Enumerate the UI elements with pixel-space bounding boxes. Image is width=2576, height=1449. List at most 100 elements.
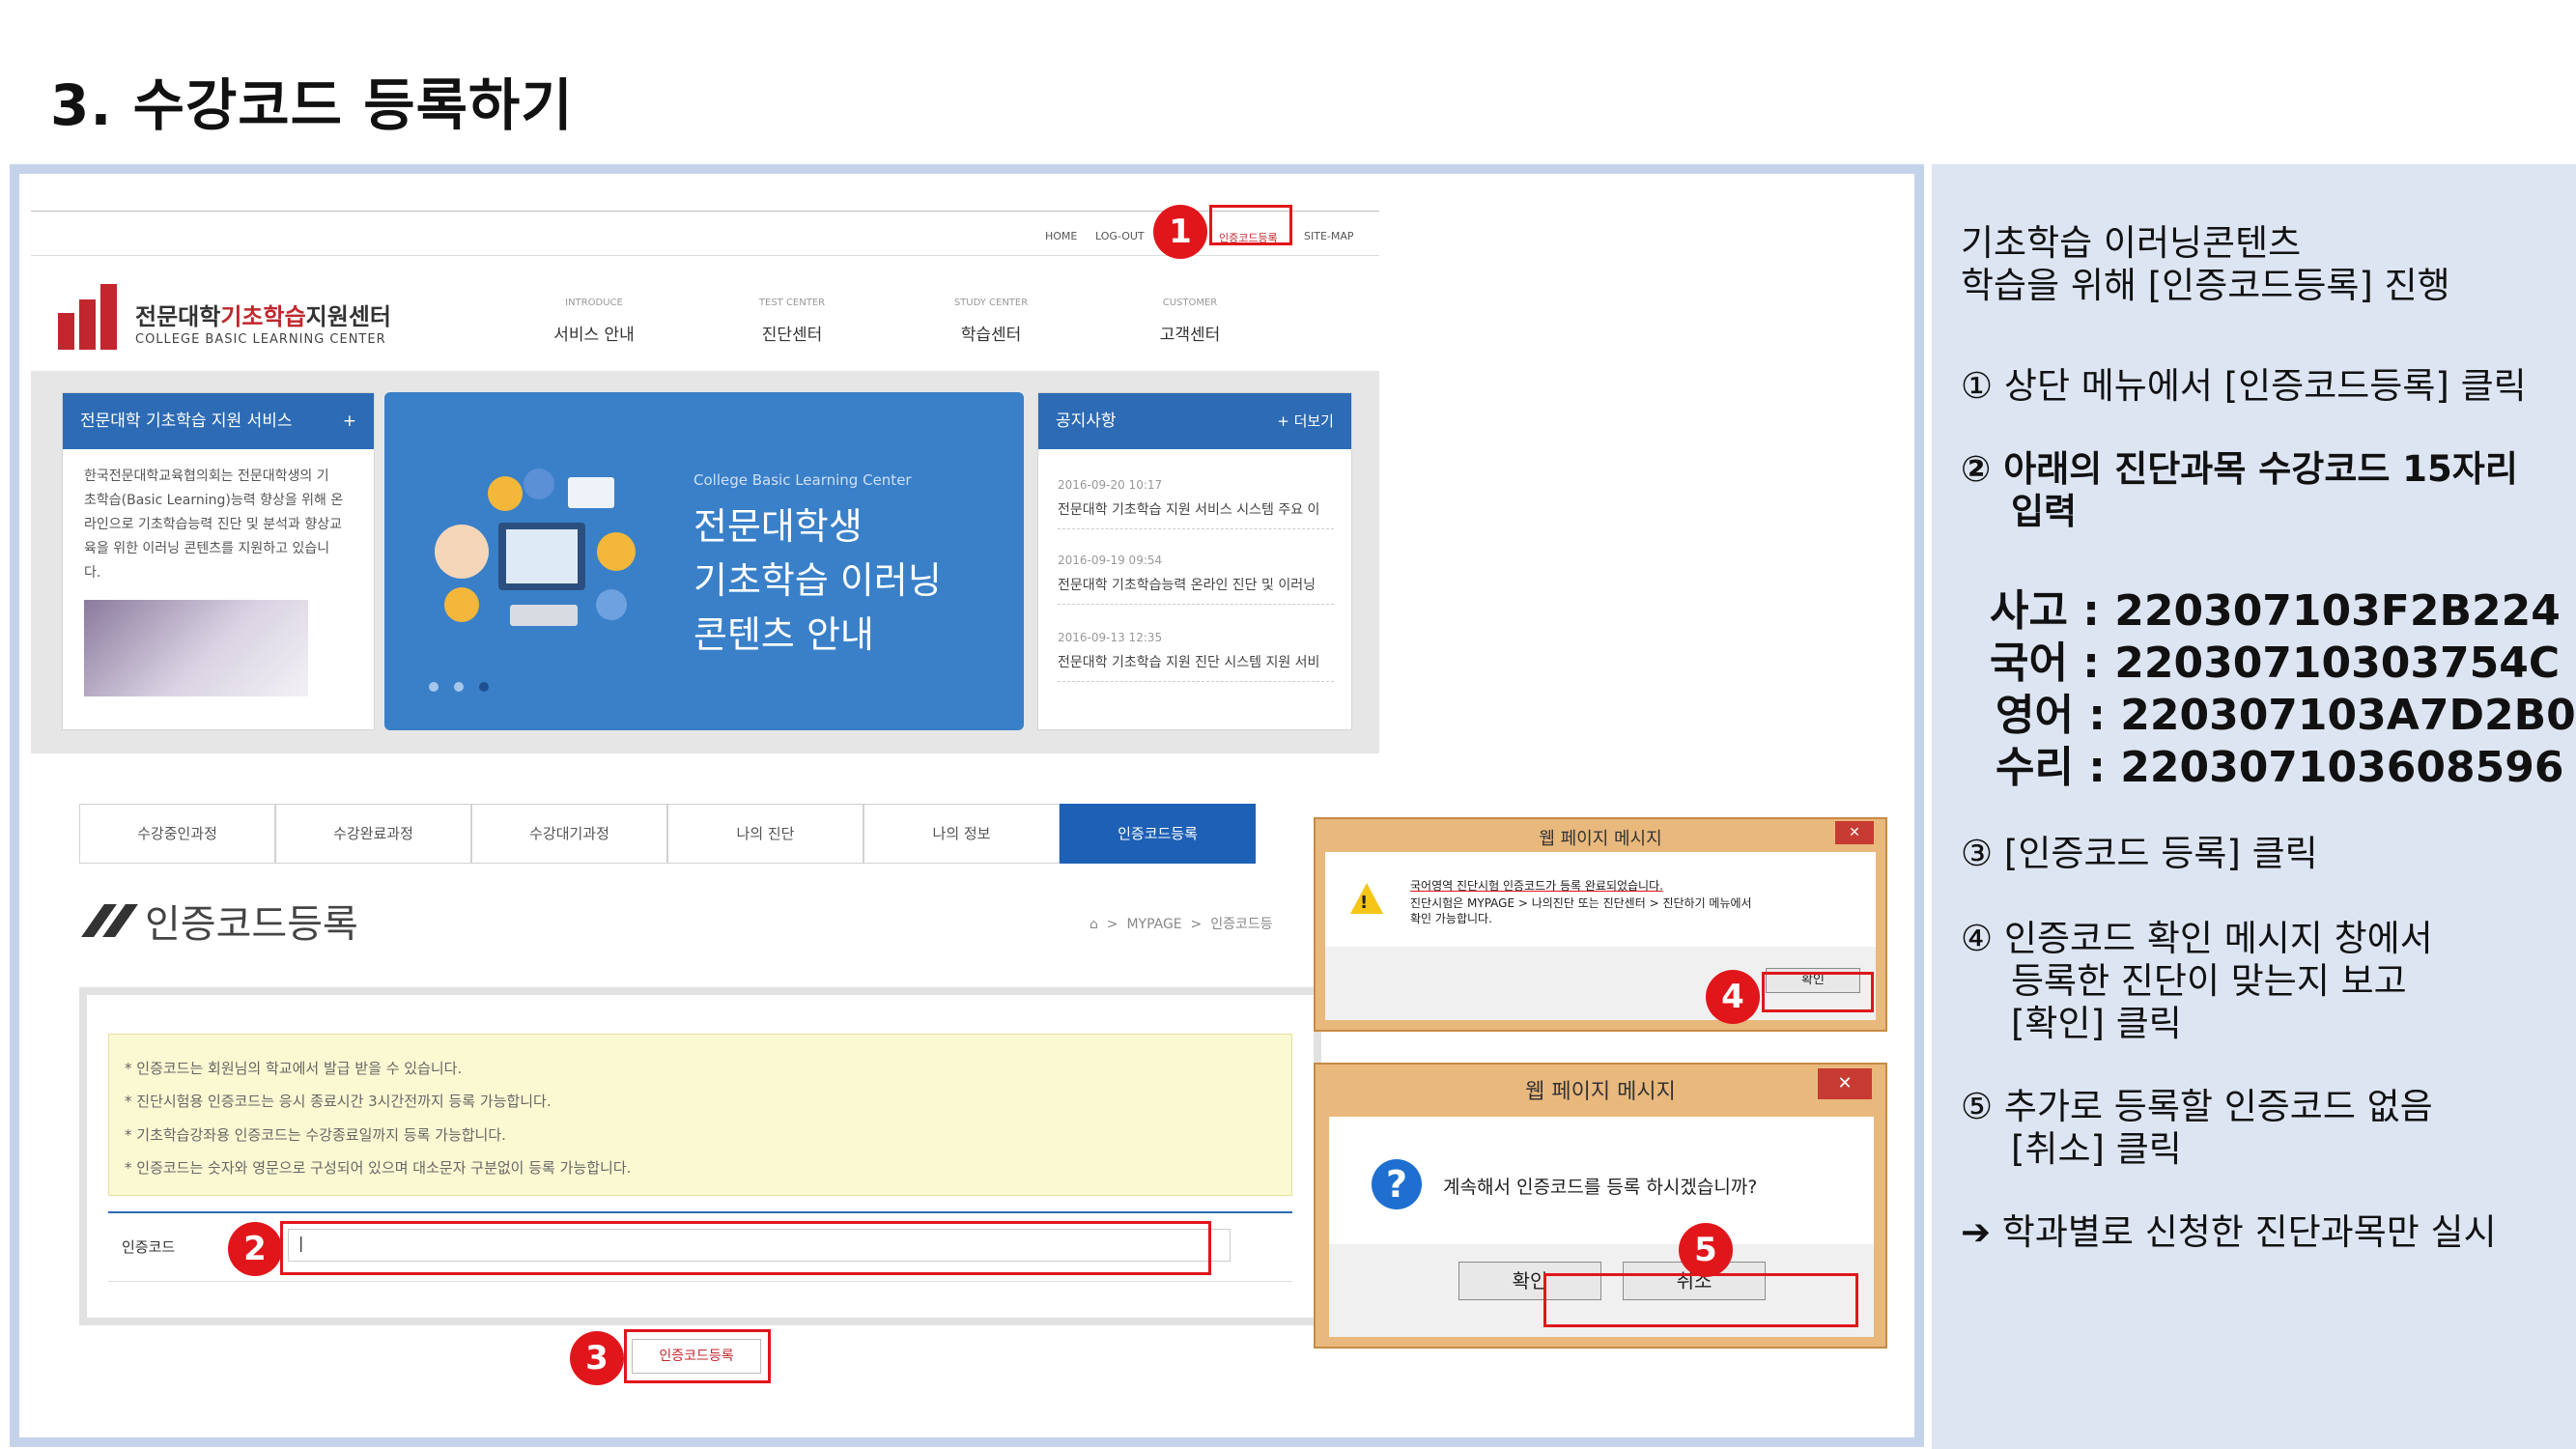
highlight-code-input: [280, 1221, 1211, 1275]
logo-name: 전문대학기초학습지원센터: [135, 298, 391, 331]
step-badge-3: 3: [570, 1331, 624, 1385]
breadcrumb: ⌂ > MYPAGE > 인증코드등: [1090, 914, 1273, 933]
slide-title: 3. 수강코드 등록하기: [50, 72, 574, 138]
tab-completed[interactable]: 수강완료과정: [275, 804, 471, 864]
hero-banner[interactable]: College Basic Learning Center 전문대학생 기초학습…: [384, 392, 1024, 730]
info-line: * 인증코드는 숫자와 영문으로 구성되어 있으며 대소문자 구분없이 등록 가…: [125, 1159, 632, 1177]
chevron-right-icon: >: [1186, 917, 1206, 932]
code-value: 220307103608596: [2120, 743, 2564, 792]
logo-name-3: 지원센터: [305, 303, 391, 330]
carousel-dot[interactable]: [454, 682, 464, 692]
notice-item[interactable]: 전문대학 기초학습능력 온라인 진단 및 이러닝: [1058, 575, 1316, 594]
code-row-math: 수리 : 220307103608596: [1996, 732, 2563, 794]
tab-my-diagnosis[interactable]: 나의 진단: [667, 804, 863, 864]
nav-test-center[interactable]: 진단센터: [734, 321, 850, 345]
dialog2-body: ? 계속해서 인증코드를 등록 하시겠습니까?: [1329, 1117, 1874, 1244]
logo-subtitle: COLLEGE BASIC LEARNING CENTER: [135, 332, 386, 347]
logo-bar-1: [58, 313, 74, 350]
nav-test-small: TEST CENTER: [758, 298, 826, 308]
divider: [1058, 681, 1334, 682]
logo-bar-2: [79, 299, 96, 350]
breadcrumb-mypage[interactable]: MYPAGE: [1126, 917, 1181, 932]
step-1: ① 상단 메뉴에서 [인증코드등록] 클릭: [1961, 365, 2527, 407]
step-badge-2: 2: [228, 1222, 282, 1276]
instruction-panel: [1932, 164, 2576, 1449]
service-line: 육을 위한 이러닝 콘텐츠를 지원하고 있습니: [84, 541, 330, 556]
step-5-line-2: [취소] 클릭: [2011, 1128, 2182, 1170]
notice-more-link[interactable]: + 더보기: [1277, 393, 1334, 449]
service-line: 라인으로 기초학습능력 진단 및 분석과 향상교: [84, 517, 342, 532]
nav-study-center[interactable]: 학습센터: [933, 321, 1049, 345]
carousel-dot-active[interactable]: [479, 682, 489, 692]
intro-line-2: 학습을 위해 [인증코드등록] 진행: [1961, 265, 2450, 306]
notice-date: 2016-09-13 12:35: [1058, 631, 1163, 644]
service-line: 한국전문대학교육협의회는 전문대학생의 기: [84, 469, 329, 484]
info-line: * 기초학습강좌용 인증코드는 수강종료일까지 등록 가능합니다.: [125, 1126, 506, 1144]
form-rule: [108, 1211, 1292, 1213]
notice-card: 공지사항 + 더보기 2016-09-20 10:17 전문대학 기초학습 지원…: [1037, 392, 1352, 730]
info-line: * 인증코드는 회원님의 학교에서 발급 받을 수 있습니다.: [125, 1060, 463, 1077]
step-2-line-2: 입력: [2011, 491, 2078, 532]
notice-title: 공지사항: [1056, 412, 1117, 431]
step-2-line-1: ② 아래의 진단과목 수강코드 15자리: [1961, 448, 2518, 490]
banner-subtitle: College Basic Learning Center: [694, 471, 912, 489]
nav-customer-center[interactable]: 고객센터: [1132, 321, 1248, 345]
dialog1-body: ! 국어영역 진단시험 인증코드가 등록 완료되었습니다. 진단시험은 MYPA…: [1325, 852, 1876, 947]
service-line: 초학습(Basic Learning)능력 향상을 위해 온: [84, 493, 344, 508]
notice-date: 2016-09-19 09:54: [1058, 554, 1163, 567]
code-subject: 수리: [1996, 743, 2074, 792]
chevron-right-icon: >: [1102, 917, 1122, 932]
home-icon[interactable]: ⌂: [1090, 917, 1098, 932]
notice-item[interactable]: 전문대학 기초학습 지원 서비스 시스템 주요 이: [1058, 499, 1319, 519]
banner-line-1: 전문대학생: [694, 505, 863, 548]
nav-home[interactable]: HOME: [1045, 230, 1077, 242]
logo-bar-3: [100, 284, 117, 350]
dialog1-title: 웹 페이지 메시지: [1539, 829, 1662, 849]
step-4-line-1: ④ 인증코드 확인 메시지 창에서: [1961, 918, 2433, 959]
service-card-text: 한국전문대학교육협의회는 전문대학생의 기 초학습(Basic Learning…: [84, 465, 343, 585]
logo-name-1: 전문대학: [135, 303, 221, 330]
tab-auth-code[interactable]: 인증코드등록: [1060, 804, 1256, 864]
step-4-line-2: 등록한 진단이 맞는지 보고: [2011, 960, 2407, 1002]
dialog1-line-3: 확인 가능합니다.: [1410, 912, 1492, 925]
breadcrumb-current: 인증코드등: [1210, 917, 1273, 932]
plus-icon[interactable]: +: [343, 393, 356, 449]
tab-waiting[interactable]: 수강대기과정: [471, 804, 667, 864]
step-5-line-1: ⑤ 추가로 등록할 인증코드 없음: [1961, 1086, 2433, 1127]
dialog1-line-2: 진단시험은 MYPAGE > 나의진단 또는 진단센터 > 진단하기 메뉴에서: [1410, 896, 1752, 910]
notice-card-header: 공지사항 + 더보기: [1038, 393, 1351, 449]
highlight-dialog2-buttons: [1543, 1273, 1858, 1327]
close-icon[interactable]: ✕: [1835, 821, 1874, 844]
auth-code-label: 인증코드: [122, 1238, 176, 1256]
note-text: 학과별로 신청한 진단과목만 실시: [2001, 1211, 2497, 1253]
close-icon[interactable]: ✕: [1818, 1068, 1872, 1099]
nav-introduce-small: INTRODUCE: [565, 298, 623, 308]
notice-date: 2016-09-20 10:17: [1058, 478, 1163, 492]
tab-my-info[interactable]: 나의 정보: [863, 804, 1060, 864]
arrow-right-icon: ➔: [1961, 1211, 1992, 1253]
dialog2-title: 웹 페이지 메시지: [1525, 1080, 1676, 1104]
divider: [1058, 528, 1334, 529]
tab-in-progress[interactable]: 수강중인과정: [79, 804, 275, 864]
dialog2-message: 계속해서 인증코드를 등록 하시겠습니까?: [1443, 1177, 1758, 1198]
step-4-line-3: [확인] 클릭: [2011, 1003, 2182, 1044]
cblc-logo[interactable]: [58, 280, 127, 350]
step-3: ③ [인증코드 등록] 클릭: [1961, 833, 2318, 874]
nav-sitemap[interactable]: SITE-MAP: [1304, 230, 1354, 242]
service-line: 다.: [84, 565, 101, 581]
service-card-header[interactable]: 전문대학 기초학습 지원 서비스 +: [63, 393, 374, 449]
warning-mark: !: [1360, 893, 1369, 913]
elearning-illustration-icon: [435, 469, 636, 626]
form-rule: [108, 1281, 1292, 1282]
step-badge-5: 5: [1679, 1223, 1733, 1277]
dialog1-line-1: 국어영역 진단시험 인증코드가 등록 완료되었습니다.: [1410, 879, 1663, 893]
step-badge-1: 1: [1153, 205, 1207, 259]
highlight-register-button: [624, 1329, 771, 1383]
notice-item[interactable]: 전문대학 기초학습 지원 진단 시스템 지원 서비: [1058, 652, 1319, 671]
section-title: 인증코드등록: [145, 902, 358, 947]
nav-service-info[interactable]: 서비스 안내: [536, 321, 652, 345]
nav-logout[interactable]: LOG-OUT: [1095, 230, 1145, 242]
carousel-dot[interactable]: [429, 682, 439, 692]
logo-name-2: 기초학습: [220, 303, 306, 330]
highlight-auth-menu: [1209, 205, 1292, 245]
